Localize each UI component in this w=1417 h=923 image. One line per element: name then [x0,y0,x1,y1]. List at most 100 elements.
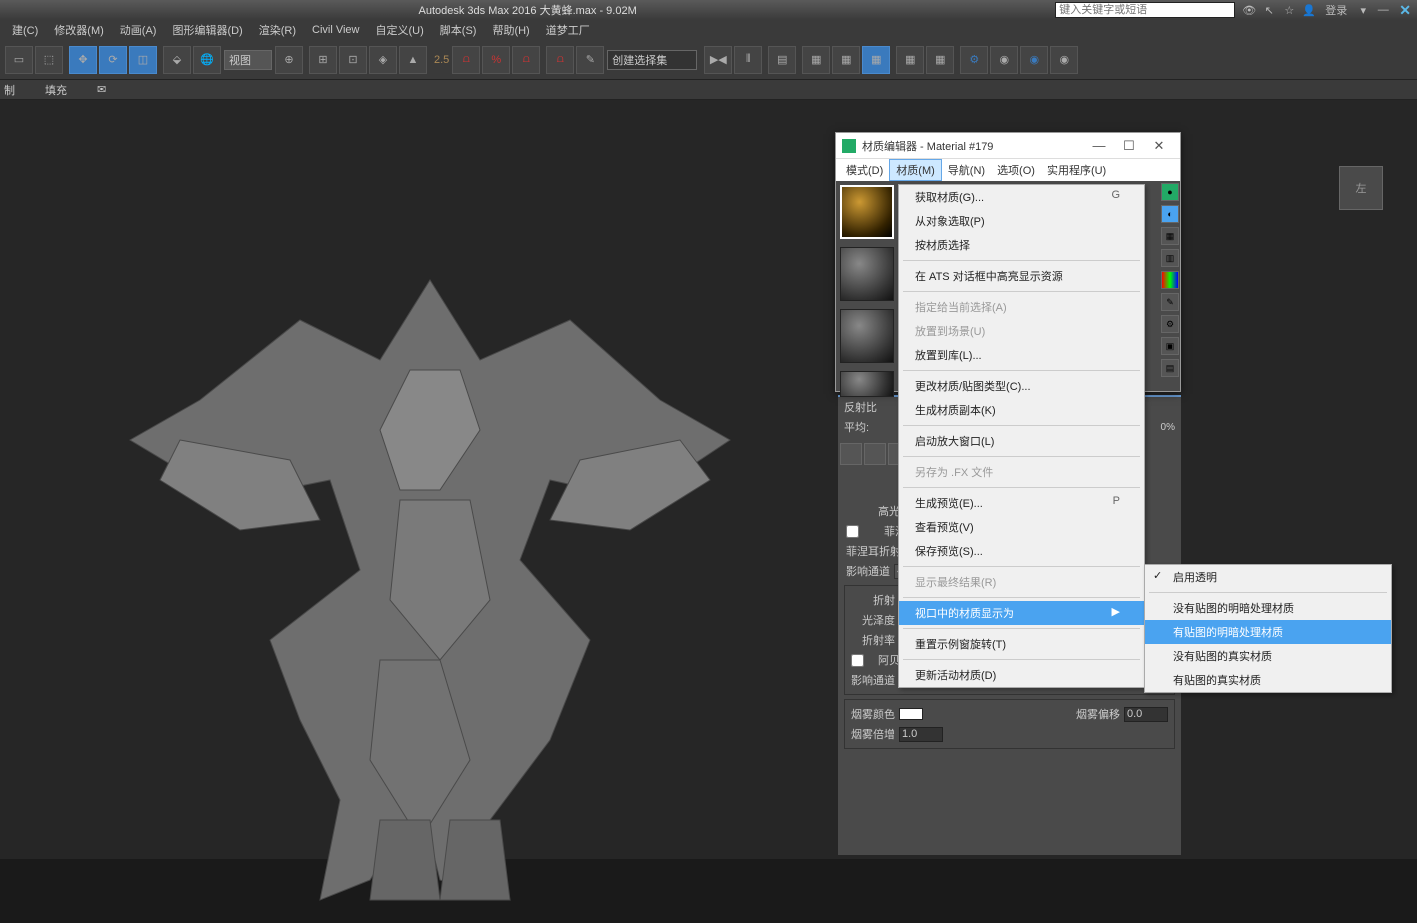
options-icon[interactable]: ⚙ [1161,315,1179,333]
material-menu-item-25[interactable]: 重置示例窗旋转(T) [899,632,1144,656]
material-menu-item-27[interactable]: 更新活动材质(D) [899,663,1144,687]
material-menu-item-18[interactable]: 查看预览(V) [899,515,1144,539]
layer-manager-tool[interactable]: ▤ [768,46,796,74]
select-place-tool[interactable]: ⬙ [163,46,191,74]
viewport-display-item-4[interactable]: 没有贴图的真实材质 [1145,644,1391,668]
render-setup-tool[interactable]: ▦ [896,46,924,74]
named-selection-tool[interactable]: ◈ [369,46,397,74]
snap-angle-tool[interactable]: ⩍ [452,46,480,74]
mat-menu-utilities[interactable]: 实用程序(U) [1041,160,1112,180]
menu-civil-view[interactable]: Civil View [304,24,367,36]
curve-editor-tool[interactable]: ▦ [802,46,830,74]
mat-menu-modes[interactable]: 模式(D) [840,160,889,180]
fog-bias-spinner[interactable]: 0.0 [1124,707,1168,722]
material-slot-0[interactable] [840,185,894,239]
material-editor-titlebar[interactable]: 材质编辑器 - Material #179 — ☐ ✕ [836,133,1180,159]
mirror-geometry-tool[interactable]: ▶◀ [704,46,732,74]
menu-dreamfactory[interactable]: 道梦工厂 [538,22,598,38]
material-menu-item-10[interactable]: 更改材质/贴图类型(C)... [899,374,1144,398]
material-slot-1[interactable] [840,247,894,301]
material-menu-item-23[interactable]: 视口中的材质显示为▶ [899,601,1144,625]
menu-graph-editors[interactable]: 图形编辑器(D) [164,22,250,38]
binoculars-icon[interactable]: 👁 [1241,2,1257,18]
menu-customize[interactable]: 自定义(U) [368,22,432,38]
align-tool[interactable]: ⫴ [734,46,762,74]
login-link[interactable]: 登录 [1325,2,1347,18]
viewport-display-item-0[interactable]: ✓启用透明 [1145,565,1391,589]
mat-menu-options[interactable]: 选项(O) [991,160,1041,180]
mat-menu-navigation[interactable]: 导航(N) [942,160,991,180]
view-dropdown[interactable]: 视图 [224,50,272,70]
select-rotate-tool[interactable]: ⟳ [99,46,127,74]
select-manipulate-tool[interactable]: ⊞ [309,46,337,74]
sec-create[interactable]: 制 [4,82,15,98]
material-close-button[interactable]: ✕ [1144,138,1174,154]
material-menu-item-11[interactable]: 生成材质副本(K) [899,398,1144,422]
menu-rendering[interactable]: 渲染(R) [251,22,304,38]
render-preset-tool[interactable]: ◉ [990,46,1018,74]
material-menu-item-17[interactable]: 生成预览(E)...P [899,491,1144,515]
select-by-material-icon[interactable]: ▣ [1161,337,1179,355]
viewport-display-item-3[interactable]: 有贴图的明暗处理材质 [1145,620,1391,644]
material-menu-item-1[interactable]: 从对象选取(P) [899,209,1144,233]
snap-spinner-tool[interactable]: ⩍ [512,46,540,74]
close-window-icon[interactable]: ✕ [1399,2,1411,19]
dropdown-icon[interactable]: ▾ [1355,2,1371,18]
material-map-navigator-icon[interactable]: ▤ [1161,359,1179,377]
use-pivot-tool[interactable]: ⊕ [275,46,303,74]
menu-maxscript[interactable]: 脚本(S) [432,22,485,38]
abbe-checkbox[interactable] [851,654,864,667]
material-menu-item-19[interactable]: 保存预览(S)... [899,539,1144,563]
minimize-icon[interactable]: — [1375,2,1391,18]
material-editor-tool[interactable]: ▦ [862,46,890,74]
keyboard-shortcut-tool[interactable]: ⊡ [339,46,367,74]
user-icon[interactable]: 👤 [1301,2,1317,18]
mat-tool-2[interactable] [864,443,886,465]
render-checker-tool[interactable]: ⚙ [960,46,988,74]
material-menu-item-8[interactable]: 放置到库(L)... [899,343,1144,367]
viewport-display-item-2[interactable]: 没有贴图的明暗处理材质 [1145,596,1391,620]
material-menu-item-4[interactable]: 在 ATS 对话框中高亮显示资源 [899,264,1144,288]
envelope-icon[interactable]: ✉ [97,83,106,96]
fog-mult-spinner[interactable]: 1.0 [899,727,943,742]
select-move-tool[interactable]: ✥ [69,46,97,74]
sec-fill[interactable]: 填充 [45,82,67,98]
mat-menu-material[interactable]: 材质(M) [889,159,942,181]
backlight-icon[interactable]: ◐ [1161,205,1179,223]
material-maximize-button[interactable]: ☐ [1114,138,1144,154]
snap-toggle-tool[interactable]: ⩍ [546,46,574,74]
snap-percent-tool[interactable]: % [482,46,510,74]
select-scale-tool[interactable]: ◫ [129,46,157,74]
sample-uv-icon[interactable]: ▥ [1161,249,1179,267]
mat-tool-1[interactable] [840,443,862,465]
schematic-view-tool[interactable]: ▦ [832,46,860,74]
background-icon[interactable]: ▦ [1161,227,1179,245]
menu-animation[interactable]: 动画(A) [112,22,165,38]
create-selection-set-dropdown[interactable]: 创建选择集 [607,50,697,70]
fresnel-checkbox[interactable] [846,525,859,538]
viewport-display-item-5[interactable]: 有贴图的真实材质 [1145,668,1391,692]
menu-create[interactable]: 建(C) [4,22,46,38]
select-all-tool[interactable]: ⬚ [35,46,63,74]
material-slot-2[interactable] [840,309,894,363]
material-slot-3[interactable] [840,371,894,397]
render-teapot-tool[interactable]: ◉ [1020,46,1048,74]
view-cube[interactable]: 左 [1339,166,1383,210]
menu-help[interactable]: 帮助(H) [484,22,537,38]
material-minimize-button[interactable]: — [1084,138,1114,153]
material-menu-item-13[interactable]: 启动放大窗口(L) [899,429,1144,453]
material-menu-item-0[interactable]: 获取材质(G)...G [899,185,1144,209]
north-arrow-icon[interactable]: ↖ [1261,2,1277,18]
render-production-tool[interactable]: ◉ [1050,46,1078,74]
sample-type-icon[interactable]: ● [1161,183,1179,201]
select-region-tool[interactable]: ▭ [5,46,33,74]
star-icon[interactable]: ☆ [1281,2,1297,18]
menu-modifiers[interactable]: 修改器(M) [46,22,112,38]
mirror-tool[interactable]: ▲ [399,46,427,74]
video-color-icon[interactable] [1161,271,1179,289]
viewport[interactable]: 左 [0,100,1417,859]
make-preview-icon[interactable]: ✎ [1161,293,1179,311]
reference-coord-tool[interactable]: 🌐 [193,46,221,74]
help-search-input[interactable] [1055,2,1235,18]
material-menu-item-2[interactable]: 按材质选择 [899,233,1144,257]
